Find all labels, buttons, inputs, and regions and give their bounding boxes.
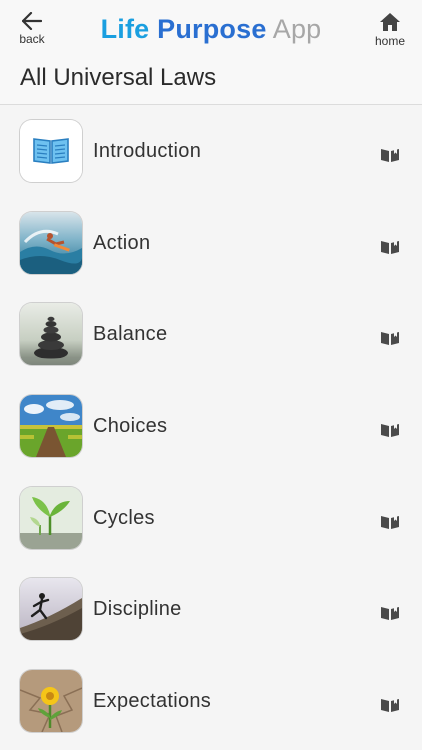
open-book-icon <box>381 331 399 346</box>
list-item-label: Introduction <box>93 140 202 162</box>
open-book-icon <box>381 514 399 529</box>
sprout-thumbnail <box>20 486 82 549</box>
list-item-label: Balance <box>93 323 168 346</box>
stacked-stones-thumbnail <box>20 303 82 366</box>
list-item-label: Discipline <box>93 598 182 621</box>
open-book-icon <box>381 698 399 713</box>
app-title: Life Purpose App <box>0 14 422 45</box>
home-icon <box>380 13 400 31</box>
home-button[interactable]: home <box>372 12 408 52</box>
page-title: All Universal Laws <box>20 64 217 91</box>
open-book-icon <box>381 239 399 254</box>
list-item-label: Expectations <box>93 690 212 713</box>
list-item-label: Cycles <box>93 506 155 529</box>
runner-thumbnail <box>20 578 82 641</box>
list-item-action[interactable]: Action <box>0 198 422 290</box>
list-item-balance[interactable]: Balance <box>0 289 422 381</box>
list-item-cycles[interactable]: Cycles <box>0 473 422 565</box>
path-field-thumbnail <box>20 395 82 458</box>
list-item-label: Choices <box>93 415 168 438</box>
app-header: back Life Purpose App home All Universal… <box>0 0 422 105</box>
app-title-part1: Life <box>100 14 158 44</box>
list-item-label: Action <box>93 231 151 254</box>
flower-thumbnail <box>20 670 82 733</box>
list-item-introduction[interactable]: Introduction <box>0 106 422 198</box>
surfer-thumbnail <box>20 211 82 274</box>
home-label: home <box>374 34 406 48</box>
list-item-choices[interactable]: Choices <box>0 381 422 473</box>
book-thumbnail-icon <box>20 120 82 182</box>
app-title-part3: App <box>266 14 322 44</box>
open-book-icon <box>381 423 399 438</box>
open-book-icon <box>381 148 399 162</box>
open-book-icon <box>381 606 399 621</box>
list-item-discipline[interactable]: Discipline <box>0 564 422 656</box>
app-title-part2: Purpose <box>157 14 267 44</box>
laws-list: Introduction Action Balance Choices Cycl… <box>0 106 422 748</box>
list-item-expectations[interactable]: Expectations <box>0 656 422 748</box>
